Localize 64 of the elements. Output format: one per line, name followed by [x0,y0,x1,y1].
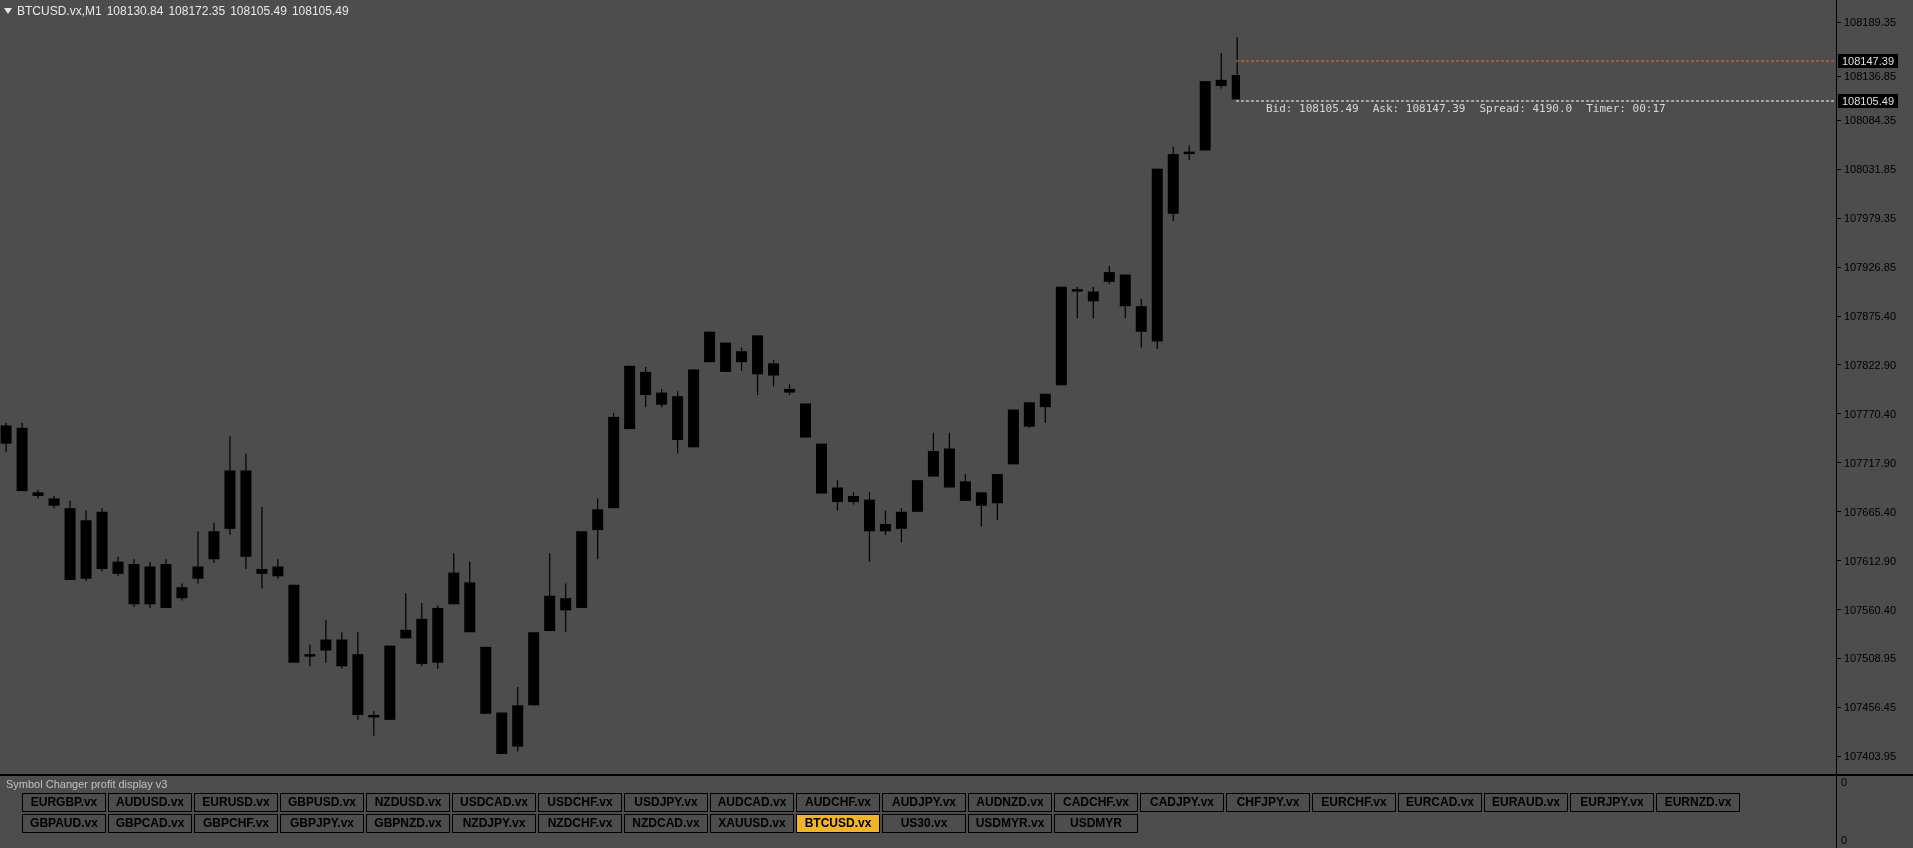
ohlc-value: 108105.49 [230,3,287,20]
indicator-axis-label: 0 [1841,834,1849,847]
symbol-button[interactable]: EURCAD.vx [1398,793,1482,812]
price-axis-label: 107822.90 [1844,357,1896,373]
ohlc-value: 108172.35 [168,3,226,20]
symbol-button[interactable]: CADCHF.vx [1054,793,1138,812]
symbol-button[interactable]: AUDUSD.vx [108,793,192,812]
symbol-button[interactable]: USDMYR [1054,814,1138,833]
price-info-text: Ask: 108147.39 [1372,101,1466,117]
symbol-button[interactable]: AUDNZD.vx [968,793,1052,812]
price-axis-label: 107875.40 [1844,308,1896,324]
symbol-button[interactable]: GBPCHF.vx [194,814,278,833]
symbol-button[interactable]: USDCAD.vx [452,793,536,812]
symbol-button[interactable]: USDJPY.vx [624,793,708,812]
symbol-button[interactable]: EURGBP.vx [22,793,106,812]
ohlc-value: 108105.49 [291,3,349,20]
symbol-button[interactable]: NZDCHF.vx [538,814,622,833]
price-axis-label: 107979.35 [1844,210,1896,226]
price-info-text: Spread: 4190.0 [1479,101,1573,117]
symbol-button[interactable]: NZDJPY.vx [452,814,536,833]
ohlc-value: 108130.84 [106,3,164,20]
price-axis-label: 108136.85 [1844,69,1896,84]
symbol-button[interactable]: EURAUD.vx [1484,793,1568,812]
symbol-button[interactable]: GBPCAD.vx [108,814,192,833]
price-axis-label: 108084.35 [1844,112,1896,128]
symbol-button[interactable]: EURUSD.vx [194,793,278,812]
symbol-button[interactable]: GBPUSD.vx [280,793,364,812]
price-axis-label: 107612.90 [1844,553,1896,569]
price-axis-label: 108031.85 [1844,161,1896,177]
symbol-button[interactable]: USDMYR.vx [968,814,1052,833]
price-axis-label: 108189.35 [1844,15,1896,30]
symbol-button[interactable]: AUDCHF.vx [796,793,880,812]
symbol-button[interactable]: AUDCAD.vx [710,793,794,812]
symbol-button[interactable]: GBPJPY.vx [280,814,364,833]
symbol-button[interactable]: NZDUSD.vx [366,793,450,812]
symbol-button[interactable]: AUDJPY.vx [882,793,966,812]
price-marker: 108105.49 [1838,94,1898,108]
dropdown-triangle-icon[interactable] [4,8,12,14]
price-axis-label: 107560.40 [1844,602,1896,618]
symbol-button[interactable]: NZDCAD.vx [624,814,708,833]
price-axis-label: 107926.85 [1844,259,1896,275]
symbol-button[interactable]: GBPNZD.vx [366,814,450,833]
symbol-button[interactable]: EURCHF.vx [1312,793,1396,812]
indicator-title: Symbol Changer profit display v3 [6,778,169,791]
price-axis-label: 107717.90 [1844,455,1896,471]
symbol-button[interactable]: USDCHF.vx [538,793,622,812]
price-info-text: Bid: 108105.49 [1266,101,1359,117]
symbol-button[interactable]: US30.vx [882,814,966,833]
indicator-axis-label: 0 [1841,776,1849,789]
price-info-text: Timer: 00:17 [1586,101,1666,117]
chart-symbol: BTCUSD.vx,M1 [17,3,102,20]
price-axis-label: 107770.40 [1844,406,1896,422]
symbol-button[interactable]: EURJPY.vx [1570,793,1654,812]
symbol-button[interactable]: CADJPY.vx [1140,793,1224,812]
price-marker: 108147.39 [1838,54,1898,68]
price-axis-label: 107403.95 [1844,749,1896,765]
symbol-button[interactable]: BTCUSD.vx [796,814,880,833]
symbol-button[interactable]: CHFJPY.vx [1226,793,1310,812]
price-axis-label: 107456.45 [1844,700,1896,716]
price-axis-label: 107665.40 [1844,504,1896,520]
symbol-button[interactable]: GBPAUD.vx [22,814,106,833]
symbol-button[interactable]: EURNZD.vx [1656,793,1740,812]
symbol-button[interactable]: XAUUSD.vx [710,814,794,833]
price-axis-label: 107508.95 [1844,651,1896,667]
